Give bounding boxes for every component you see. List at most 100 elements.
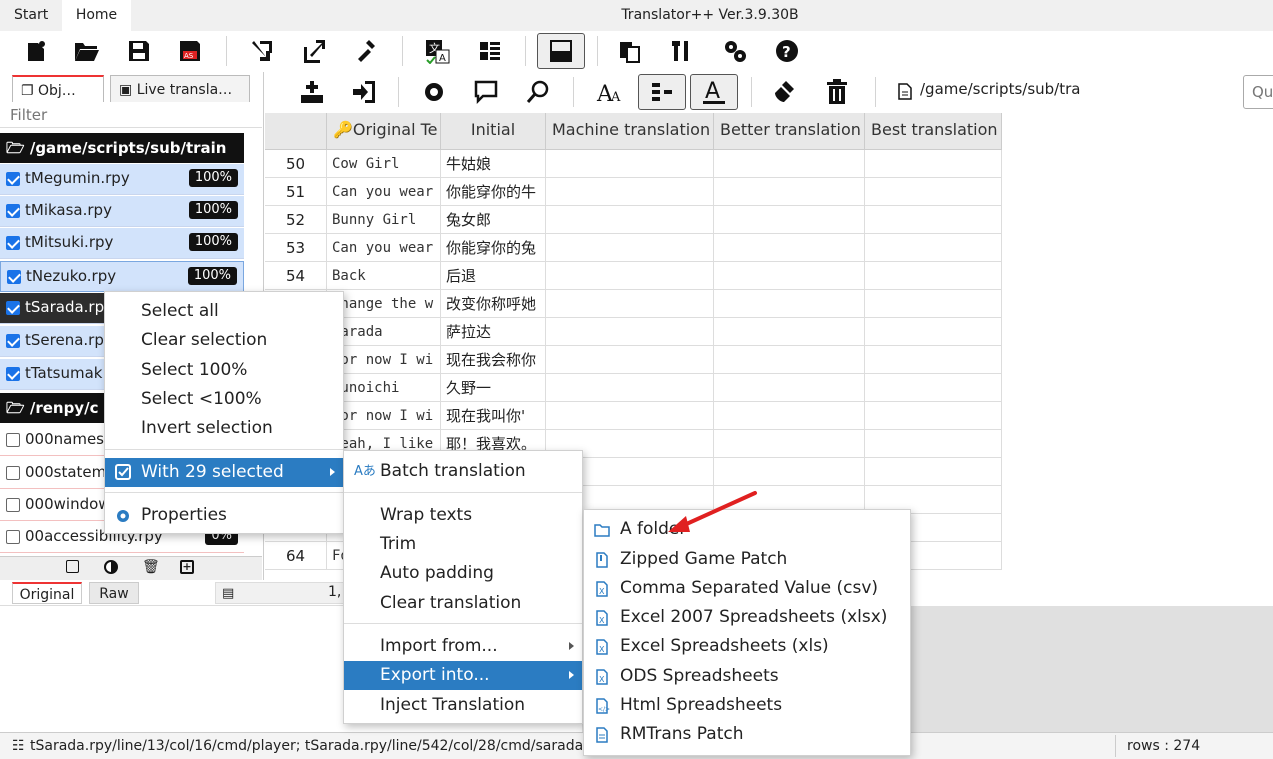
cell-machine-translation[interactable] — [546, 178, 714, 206]
menu-export-into[interactable]: Export into... — [344, 661, 582, 690]
goto-button[interactable] — [347, 75, 381, 109]
grid-settings-button[interactable] — [417, 75, 451, 109]
cell-better-translation[interactable] — [714, 402, 865, 430]
search-button[interactable] — [521, 75, 555, 109]
cell-machine-translation[interactable] — [546, 150, 714, 178]
cell-machine-translation[interactable] — [546, 318, 714, 346]
cell-initial[interactable]: 现在我叫你' — [441, 402, 546, 430]
menu-tab-start[interactable]: Start — [0, 0, 62, 31]
menu-wrap-texts[interactable]: Wrap texts — [344, 501, 582, 530]
clipboard-button[interactable] — [612, 34, 646, 68]
cell-better-translation[interactable] — [714, 430, 865, 458]
file-checkbox[interactable] — [6, 172, 20, 186]
cell-best-translation[interactable] — [865, 206, 1002, 234]
cell-best-translation[interactable] — [865, 318, 1002, 346]
file-checkbox[interactable] — [7, 270, 21, 284]
cell-original[interactable]: For now I wi — [327, 402, 441, 430]
cell-best-translation[interactable] — [865, 430, 1002, 458]
file-checkbox[interactable] — [6, 367, 20, 381]
cell-initial[interactable]: 兔女郎 — [441, 206, 546, 234]
uncheck-all-icon[interactable] — [66, 560, 79, 573]
menu-properties[interactable]: Properties — [105, 501, 343, 530]
cell-original[interactable]: Kunoichi — [327, 374, 441, 402]
file-checkbox[interactable] — [6, 433, 20, 447]
export-ods[interactable]: X ODS Spreadsheets — [584, 662, 910, 691]
cell-machine-translation[interactable] — [546, 374, 714, 402]
save-button[interactable] — [122, 34, 156, 68]
cell-best-translation[interactable] — [865, 402, 1002, 430]
cell-better-translation[interactable] — [714, 374, 865, 402]
menu-batch-translation[interactable]: Aあ Batch translation — [344, 457, 582, 486]
add-file-icon[interactable]: + — [180, 560, 194, 574]
column-header-original[interactable]: 🔑Original Te — [327, 113, 441, 150]
tab-original[interactable]: Original — [12, 582, 82, 604]
export-button[interactable] — [297, 34, 331, 68]
comment-button[interactable] — [469, 75, 503, 109]
save-as-button[interactable]: AS — [173, 34, 207, 68]
cell-initial[interactable]: 你能穿你的兔 — [441, 234, 546, 262]
file-checkbox[interactable] — [6, 334, 20, 348]
cell-initial[interactable]: 你能穿你的牛 — [441, 178, 546, 206]
file-checkbox[interactable] — [6, 466, 20, 480]
cell-better-translation[interactable] — [714, 262, 865, 290]
file-checkbox[interactable] — [6, 236, 20, 250]
cell-better-translation[interactable] — [714, 290, 865, 318]
menu-invert-selection[interactable]: Invert selection — [105, 414, 343, 443]
tools-button[interactable] — [665, 34, 699, 68]
import-button[interactable] — [245, 34, 279, 68]
column-header-machine[interactable]: Machine translation — [546, 113, 714, 150]
cell-machine-translation[interactable] — [546, 234, 714, 262]
cell-original[interactable]: Can you wear — [327, 178, 441, 206]
cell-best-translation[interactable] — [865, 290, 1002, 318]
cell-machine-translation[interactable] — [546, 262, 714, 290]
export-xlsx[interactable]: X Excel 2007 Spreadsheets (xlsx) — [584, 603, 910, 632]
menu-select-less-100[interactable]: Select <100% — [105, 385, 343, 414]
menu-with-selected[interactable]: With 29 selected — [105, 458, 343, 487]
export-html[interactable]: </> Html Spreadsheets — [584, 691, 910, 720]
menu-tab-home[interactable]: Home — [62, 0, 131, 31]
cell-original[interactable]: Cow Girl — [327, 150, 441, 178]
cell-better-translation[interactable] — [714, 458, 865, 486]
menu-import-from[interactable]: Import from... — [344, 632, 582, 661]
inject-button[interactable] — [349, 34, 383, 68]
cell-initial[interactable]: 后退 — [441, 262, 546, 290]
cell-initial[interactable]: 牛姑娘 — [441, 150, 546, 178]
cell-initial[interactable]: 久野一 — [441, 374, 546, 402]
menu-clear-translation[interactable]: Clear translation — [344, 589, 582, 618]
cell-original[interactable]: Can you wear — [327, 234, 441, 262]
file-row[interactable]: tNezuko.rpy 100% — [0, 261, 244, 292]
file-row[interactable]: tMitsuki.rpy 100% — [0, 228, 244, 259]
cell-best-translation[interactable] — [865, 178, 1002, 206]
file-row[interactable]: tMegumin.rpy 100% — [0, 164, 244, 195]
trash-icon[interactable]: 🗑 — [142, 559, 160, 575]
cell-best-translation[interactable] — [865, 234, 1002, 262]
cell-original[interactable]: For now I wi — [327, 346, 441, 374]
cell-best-translation[interactable] — [865, 374, 1002, 402]
settings-button[interactable] — [718, 34, 752, 68]
cell-initial[interactable]: 现在我会称你 — [441, 346, 546, 374]
add-row-button[interactable] — [295, 75, 329, 109]
cell-machine-translation[interactable] — [546, 402, 714, 430]
cell-better-translation[interactable] — [714, 178, 865, 206]
cell-best-translation[interactable] — [865, 458, 1002, 486]
align-button[interactable] — [638, 74, 686, 110]
cell-best-translation[interactable] — [865, 262, 1002, 290]
column-header-initial[interactable]: Initial — [441, 113, 546, 150]
column-header-better[interactable]: Better translation — [714, 113, 865, 150]
cell-initial[interactable]: 改变你称呼她 — [441, 290, 546, 318]
cell-original[interactable]: Bunny Girl — [327, 206, 441, 234]
font-size-button[interactable]: AA — [592, 75, 626, 109]
menu-clear-selection[interactable]: Clear selection — [105, 326, 343, 355]
cell-machine-translation[interactable] — [546, 346, 714, 374]
options-list-button[interactable] — [473, 34, 507, 68]
menu-auto-padding[interactable]: Auto padding — [344, 559, 582, 588]
filter-input[interactable] — [0, 102, 262, 128]
file-checkbox[interactable] — [6, 498, 20, 512]
menu-select-all[interactable]: Select all — [105, 297, 343, 326]
quick-search-input[interactable]: Qu — [1243, 75, 1273, 109]
file-checkbox[interactable] — [6, 530, 20, 544]
group-header-train[interactable]: 🗁 /game/scripts/sub/train — [0, 133, 244, 163]
cell-better-translation[interactable] — [714, 206, 865, 234]
column-header-best[interactable]: Best translation — [865, 113, 1002, 150]
delete-button[interactable] — [820, 75, 854, 109]
